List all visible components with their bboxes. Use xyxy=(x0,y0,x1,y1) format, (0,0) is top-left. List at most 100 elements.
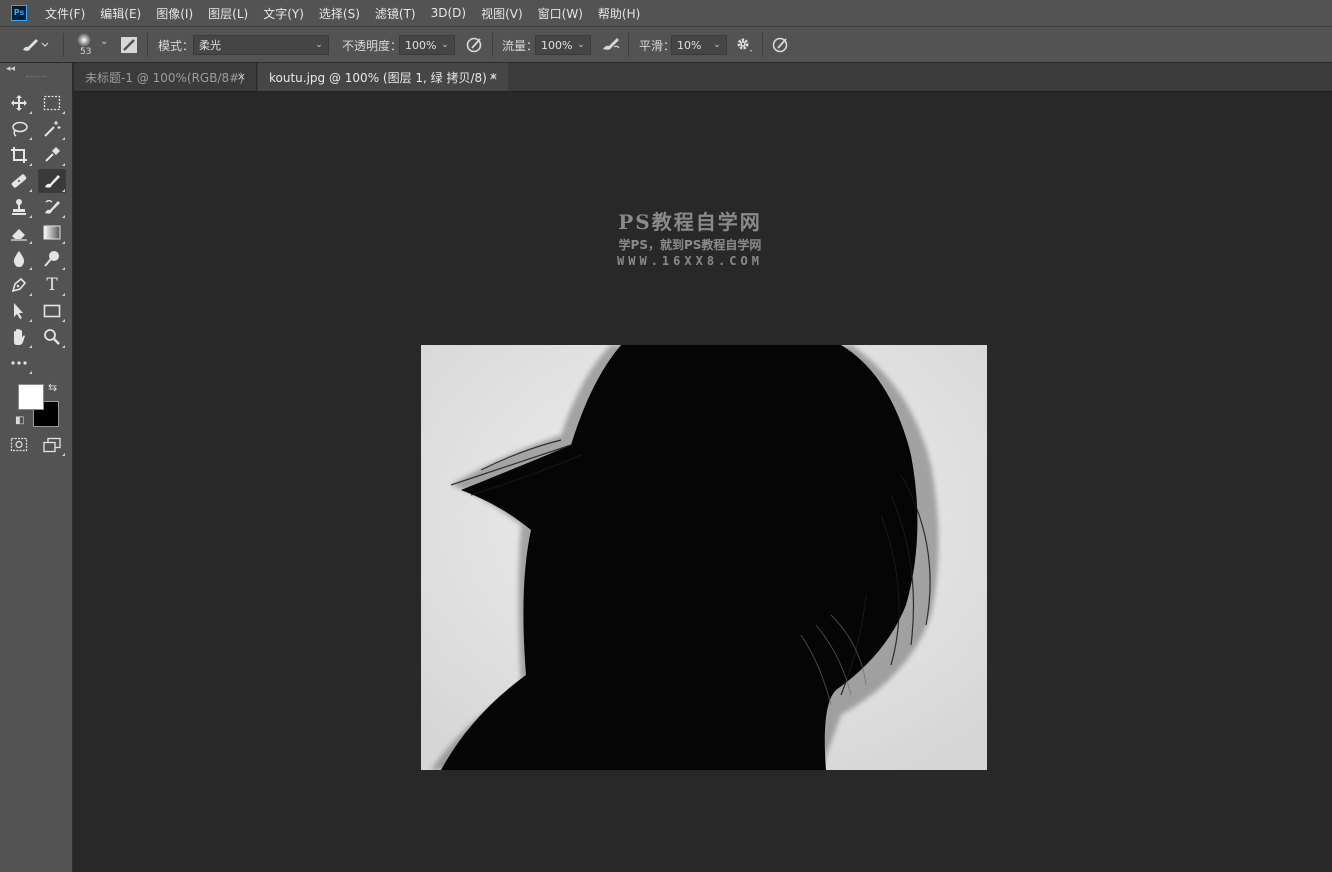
menu-image[interactable]: 图像(I) xyxy=(156,5,193,22)
history-brush-tool[interactable] xyxy=(38,195,66,219)
eraser-tool[interactable] xyxy=(5,221,33,245)
path-select-tool[interactable] xyxy=(5,299,33,323)
chevron-down-icon: ⌄ xyxy=(577,40,585,50)
swap-colors-icon[interactable]: ⇆ xyxy=(48,381,57,394)
pressure-opacity-toggle[interactable] xyxy=(465,27,485,63)
magic-wand-tool[interactable] xyxy=(38,117,66,141)
tab-untitled-1[interactable]: 未标题-1 @ 100%(RGB/8#) × xyxy=(74,63,257,91)
close-icon[interactable]: × xyxy=(237,70,246,83)
brush-panel-icon xyxy=(121,37,137,53)
rectangle-tool[interactable] xyxy=(38,299,66,323)
menu-select[interactable]: 选择(S) xyxy=(319,5,360,22)
smoothing-label: 平滑： xyxy=(639,38,676,53)
airbrush-icon xyxy=(603,38,620,50)
chevron-down-icon: ⌄ xyxy=(441,40,449,50)
flow-input[interactable]: 100% ⌄ xyxy=(535,27,591,63)
foreground-color-swatch[interactable] xyxy=(18,384,44,410)
document-tab-strip: 未标题-1 @ 100%(RGB/8#) × koutu.jpg @ 100% … xyxy=(74,63,1332,92)
tab-label: 未标题-1 @ 100%(RGB/8#) xyxy=(85,70,244,85)
ellipsis-icon xyxy=(11,361,27,365)
menu-file[interactable]: 文件(F) xyxy=(45,5,85,22)
lasso-icon xyxy=(12,121,28,137)
stamp-tool[interactable] xyxy=(5,195,33,219)
healing-tool[interactable] xyxy=(5,169,33,193)
options-bar: 53 ⌄ 模式： 柔光 ⌄ 不透明度： 100% ⌄ 流量： 100% ⌄ 平滑… xyxy=(0,26,1332,63)
eyedropper-tool[interactable] xyxy=(38,143,66,167)
brush-preset-picker[interactable]: 53 ⌄ xyxy=(74,27,114,63)
gear-icon xyxy=(737,38,752,52)
mode-label: 模式： xyxy=(158,38,195,53)
tool-preset-picker[interactable] xyxy=(20,27,50,63)
pressure-size-icon xyxy=(772,37,788,53)
separator xyxy=(628,33,629,57)
mode-select[interactable]: 柔光 ⌄ xyxy=(193,27,329,63)
opacity-label: 不透明度： xyxy=(342,38,403,53)
smoothing-input[interactable]: 10% ⌄ xyxy=(671,27,727,63)
pressure-size-toggle[interactable] xyxy=(771,27,791,63)
brush-icon xyxy=(23,39,49,51)
menu-view[interactable]: 视图(V) xyxy=(481,5,523,22)
rectangle-icon xyxy=(43,304,61,318)
menu-bar: Ps 文件(F) 编辑(E) 图像(I) 图层(L) 文字(Y) 选择(S) 滤… xyxy=(0,0,1332,26)
gradient-tool[interactable] xyxy=(38,221,66,245)
hand-tool[interactable] xyxy=(5,325,33,349)
history-brush-icon xyxy=(45,199,60,214)
arrow-icon xyxy=(14,303,23,319)
marquee-tool[interactable] xyxy=(38,91,66,115)
hair-silhouette-image xyxy=(421,345,987,770)
collapse-icon[interactable]: ◂◂ xyxy=(6,64,15,74)
quick-mask-toggle[interactable] xyxy=(5,433,33,457)
mode-value: 柔光 xyxy=(199,39,221,52)
opacity-input[interactable]: 100% ⌄ xyxy=(399,27,455,63)
move-tool[interactable] xyxy=(5,91,33,115)
separator xyxy=(147,33,148,57)
menu-filter[interactable]: 滤镜(T) xyxy=(375,5,416,22)
type-tool[interactable]: T xyxy=(38,273,66,297)
chevron-down-icon: ⌄ xyxy=(315,40,323,50)
menu-layer[interactable]: 图层(L) xyxy=(208,5,248,22)
watermark-url: WWW.16XX8.COM xyxy=(617,254,763,268)
crop-tool[interactable] xyxy=(5,143,33,167)
separator xyxy=(492,33,493,57)
lasso-tool[interactable] xyxy=(5,117,33,141)
dodge-tool[interactable] xyxy=(38,247,66,271)
stamp-icon xyxy=(12,199,26,215)
menu-3d[interactable]: 3D(D) xyxy=(431,6,466,20)
tools-panel: ◂◂ T ⇆ ◧ xyxy=(0,63,73,872)
magic-wand-icon xyxy=(44,121,61,137)
menu-window[interactable]: 窗口(W) xyxy=(538,5,583,22)
brush-icon xyxy=(45,175,60,188)
hand-icon xyxy=(14,329,25,345)
brush-size-label: 53 xyxy=(80,47,92,57)
chevron-down-icon: ⌄ xyxy=(713,40,721,50)
blur-tool[interactable] xyxy=(5,247,33,271)
watermark-title: PS教程自学网 xyxy=(618,210,762,234)
airbrush-toggle[interactable] xyxy=(600,27,622,63)
opacity-value: 100% xyxy=(405,38,437,52)
menu-type[interactable]: 文字(Y) xyxy=(263,5,304,22)
document-canvas[interactable] xyxy=(421,345,987,770)
panel-grip[interactable] xyxy=(26,76,46,80)
screen-mode-icon xyxy=(43,437,61,453)
close-icon[interactable]: × xyxy=(489,70,498,83)
crop-icon xyxy=(11,147,27,163)
pen-tool[interactable] xyxy=(5,273,33,297)
brush-settings-toggle[interactable] xyxy=(120,27,138,63)
tab-koutu[interactable]: koutu.jpg @ 100% (图层 1, 绿 拷贝/8) * × xyxy=(258,63,508,91)
gradient-icon xyxy=(43,225,61,240)
type-icon: T xyxy=(46,274,58,295)
dodge-icon xyxy=(44,251,59,267)
chevron-down-icon: ⌄ xyxy=(100,36,109,47)
brush-tool[interactable] xyxy=(38,169,66,193)
screen-mode-toggle[interactable] xyxy=(38,433,66,457)
smoothing-options-button[interactable] xyxy=(735,27,753,63)
zoom-tool[interactable] xyxy=(38,325,66,349)
tab-label: koutu.jpg @ 100% (图层 1, 绿 拷贝/8) * xyxy=(269,70,497,85)
watermark: PS教程自学网 学PS，就到PS教程自学网 WWW.16XX8.COM xyxy=(610,206,770,268)
more-tools[interactable] xyxy=(5,351,33,375)
drop-icon xyxy=(13,251,25,267)
default-colors-icon[interactable]: ◧ xyxy=(15,415,24,426)
menu-help[interactable]: 帮助(H) xyxy=(598,5,640,22)
canvas-area[interactable]: PS教程自学网 学PS，就到PS教程自学网 WWW.16XX8.COM xyxy=(74,92,1332,872)
menu-edit[interactable]: 编辑(E) xyxy=(100,5,141,22)
